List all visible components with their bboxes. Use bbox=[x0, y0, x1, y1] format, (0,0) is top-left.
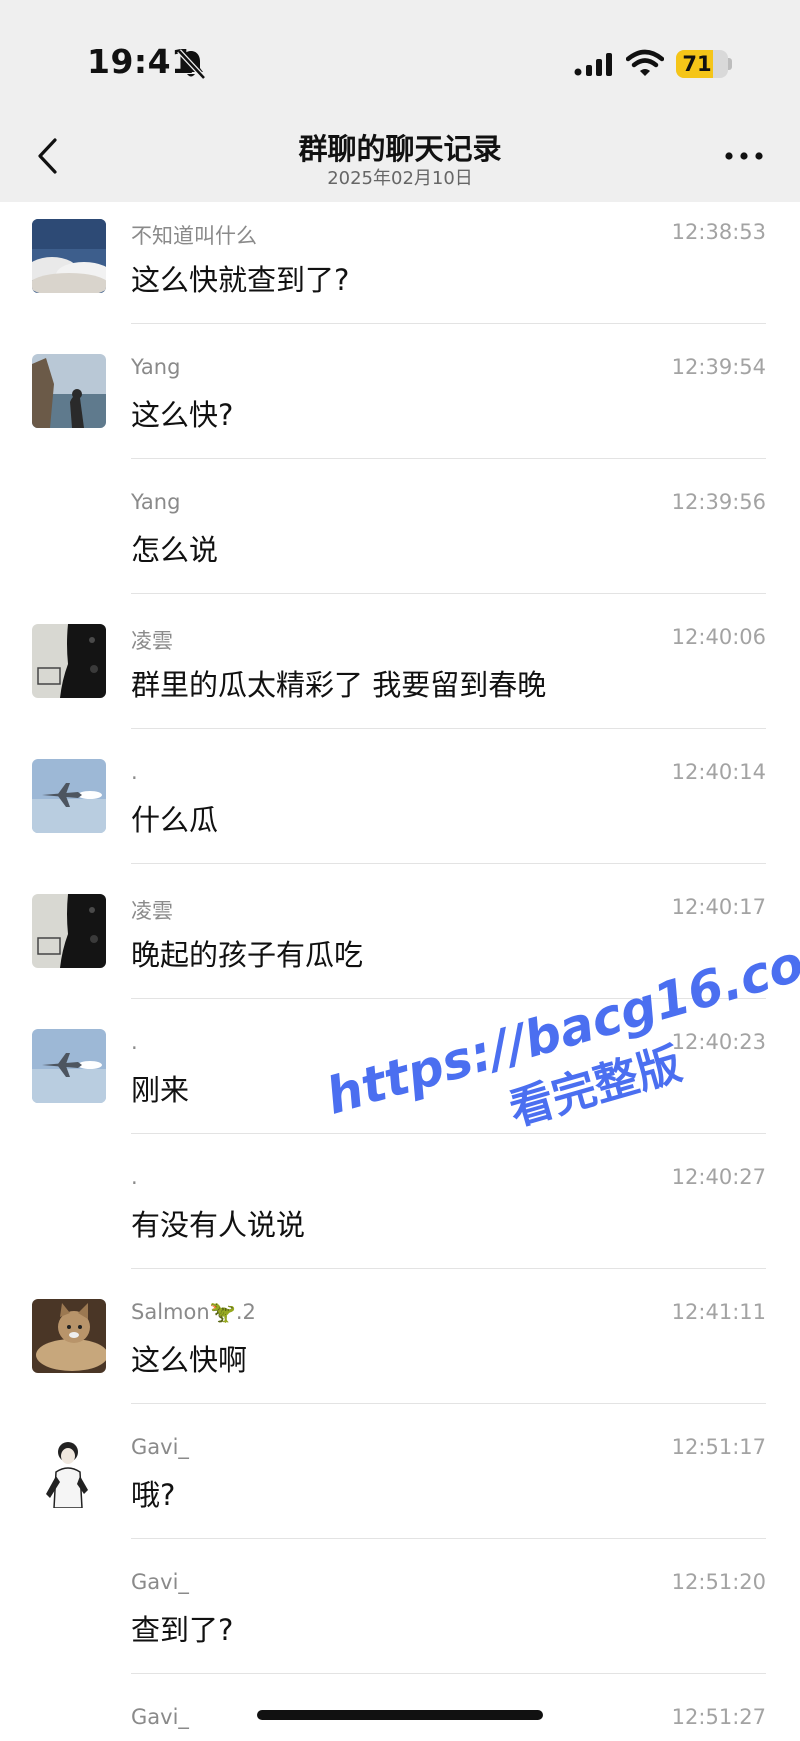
avatar[interactable] bbox=[32, 894, 106, 968]
divider bbox=[131, 593, 766, 594]
sender-name: 不知道叫什么 bbox=[131, 224, 257, 248]
bell-off-icon bbox=[177, 49, 206, 80]
divider bbox=[131, 728, 766, 729]
message-time: 12:40:14 bbox=[671, 760, 766, 784]
message-time: 12:40:17 bbox=[671, 895, 766, 919]
sender-name: 凌雲 bbox=[131, 629, 173, 653]
sender-name: . bbox=[131, 760, 138, 784]
more-button[interactable] bbox=[722, 148, 766, 164]
signal-icon bbox=[574, 53, 612, 76]
message-time: 12:51:27 bbox=[671, 1705, 766, 1729]
avatar-black-cat bbox=[32, 624, 106, 698]
battery-indicator: 71 bbox=[676, 50, 728, 78]
page-subtitle-date: 2025年02月10日 bbox=[327, 168, 473, 189]
message-item[interactable]: 不知道叫什么 12:38:53 这么快就查到了? bbox=[0, 202, 800, 337]
message-item[interactable]: Salmon🦖.2 12:41:11 这么快啊 bbox=[0, 1282, 800, 1417]
message-time: 12:40:27 bbox=[671, 1165, 766, 1189]
avatar[interactable] bbox=[32, 1434, 106, 1508]
top-bar: 19:41 71 群聊的聊天记录 2025年02月10日 bbox=[0, 0, 800, 202]
message-text[interactable]: 这么快啊 bbox=[131, 1337, 247, 1379]
battery-tip bbox=[728, 58, 732, 70]
sender-name: 凌雲 bbox=[131, 899, 173, 923]
wifi-icon bbox=[626, 49, 664, 76]
message-text[interactable]: 查到了? bbox=[131, 1607, 233, 1649]
message-text[interactable]: 有没有人说说 bbox=[131, 1202, 305, 1244]
message-item[interactable]: . 12:40:14 什么瓜 bbox=[0, 742, 800, 877]
message-text[interactable]: 怎么说 bbox=[131, 527, 218, 569]
sender-name-suffix: .2 bbox=[235, 1300, 256, 1324]
message-text[interactable]: 这么快就查到了? bbox=[131, 257, 349, 299]
avatar[interactable] bbox=[32, 354, 106, 428]
divider bbox=[131, 1403, 766, 1404]
sender-name: Gavi_ bbox=[131, 1705, 189, 1729]
message-time: 12:40:06 bbox=[671, 625, 766, 649]
message-text[interactable]: 什么瓜 bbox=[131, 797, 218, 839]
home-indicator[interactable] bbox=[257, 1710, 543, 1720]
divider bbox=[131, 1538, 766, 1539]
message-time: 12:38:53 bbox=[671, 220, 766, 244]
avatar[interactable] bbox=[32, 1029, 106, 1103]
divider bbox=[131, 1268, 766, 1269]
avatar-fighter-jet bbox=[32, 759, 106, 833]
sender-name: Gavi_ bbox=[131, 1435, 189, 1459]
avatar-person-sketch bbox=[32, 1434, 106, 1508]
message-text[interactable]: 晚起的孩子有瓜吃 bbox=[131, 932, 363, 974]
page-title: 群聊的聊天记录 bbox=[298, 132, 502, 166]
sender-name: . bbox=[131, 1165, 138, 1189]
divider bbox=[131, 323, 766, 324]
message-time: 12:39:54 bbox=[671, 355, 766, 379]
message-time: 12:51:20 bbox=[671, 1570, 766, 1594]
sender-name: . bbox=[131, 1030, 138, 1054]
avatar-person-by-sea bbox=[32, 354, 106, 428]
avatar-black-cat bbox=[32, 894, 106, 968]
message-item[interactable]: Yang 12:39:56 怎么说 bbox=[0, 472, 800, 607]
sender-name: Salmon🦖.2 bbox=[131, 1300, 256, 1325]
avatar[interactable] bbox=[32, 219, 106, 293]
sender-name: Yang bbox=[131, 355, 181, 379]
sender-name: Yang bbox=[131, 490, 181, 514]
divider bbox=[131, 1673, 766, 1674]
message-text[interactable]: 哦? bbox=[131, 1472, 175, 1514]
dinosaur-emoji-icon: 🦖 bbox=[209, 1300, 236, 1324]
avatar-sky-clouds bbox=[32, 219, 106, 293]
message-time: 12:39:56 bbox=[671, 490, 766, 514]
message-text[interactable]: 群里的瓜太精彩了 我要留到春晚 bbox=[131, 662, 546, 704]
message-text[interactable]: 刚来 bbox=[131, 1067, 189, 1109]
avatar[interactable] bbox=[32, 759, 106, 833]
message-item[interactable]: Yang 12:39:54 这么快? bbox=[0, 337, 800, 472]
message-time: 12:41:11 bbox=[671, 1300, 766, 1324]
avatar[interactable] bbox=[32, 1299, 106, 1373]
sender-name-text: Salmon bbox=[131, 1300, 210, 1324]
battery-percent: 71 bbox=[682, 52, 712, 76]
more-dots-icon bbox=[725, 152, 763, 160]
avatar-fighter-jet bbox=[32, 1029, 106, 1103]
message-text[interactable]: 这么快? bbox=[131, 392, 233, 434]
message-item[interactable]: Gavi_ 12:51:20 查到了? bbox=[0, 1552, 800, 1687]
divider bbox=[131, 458, 766, 459]
divider bbox=[131, 863, 766, 864]
message-item[interactable]: Gavi_ 12:51:17 哦? bbox=[0, 1417, 800, 1552]
sender-name: Gavi_ bbox=[131, 1570, 189, 1594]
avatar-tabby-cat bbox=[32, 1299, 106, 1373]
message-item[interactable]: 凌雲 12:40:06 群里的瓜太精彩了 我要留到春晚 bbox=[0, 607, 800, 742]
avatar[interactable] bbox=[32, 624, 106, 698]
message-time: 12:51:17 bbox=[671, 1435, 766, 1459]
